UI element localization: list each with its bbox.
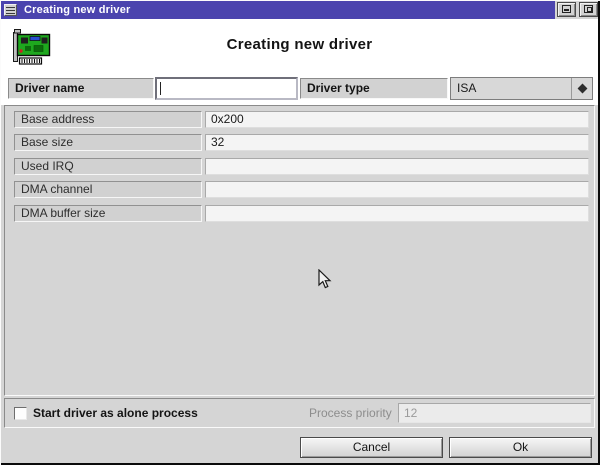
combo-arrow-icon: [577, 83, 588, 94]
combo-dropdown-button[interactable]: [571, 78, 592, 99]
property-value-dma-buffer-size[interactable]: [205, 205, 589, 222]
process-priority-label: Process priority: [309, 406, 392, 420]
driver-type-label: Driver type: [300, 78, 448, 99]
property-label-dma-channel: DMA channel: [14, 181, 202, 198]
text-caret: [160, 82, 161, 95]
property-value-base-size[interactable]: 32: [205, 134, 589, 151]
maximize-button[interactable]: [579, 2, 598, 17]
driver-name-label: Driver name: [8, 78, 154, 99]
dialog-window: Creating new driver Creating new driver …: [0, 0, 600, 465]
property-value-dma-channel[interactable]: [205, 181, 589, 198]
property-label-base-address: Base address: [14, 111, 202, 128]
options-panel: Start driver as alone process Process pr…: [4, 398, 595, 428]
titlebar[interactable]: Creating new driver: [1, 1, 555, 19]
cancel-button[interactable]: Cancel: [300, 437, 443, 458]
property-value-base-address[interactable]: 0x200: [205, 111, 589, 128]
driver-name-input[interactable]: [155, 77, 298, 100]
process-priority-input[interactable]: 12: [398, 403, 591, 423]
minimize-icon: [562, 5, 571, 13]
window-title: Creating new driver: [24, 4, 131, 16]
window-menu-button[interactable]: [4, 4, 17, 16]
property-label-used-irq: Used IRQ: [14, 158, 202, 175]
ok-button[interactable]: Ok: [449, 437, 592, 458]
window-menu-icon: [6, 7, 15, 14]
alone-process-label: Start driver as alone process: [33, 406, 198, 420]
dialog-header: Creating new driver Driver name Driver t…: [1, 19, 598, 105]
minimize-button[interactable]: [557, 2, 576, 17]
alone-process-checkbox[interactable]: [14, 407, 27, 420]
mouse-cursor: [318, 269, 332, 289]
driver-type-value: ISA: [457, 81, 477, 95]
driver-type-combobox[interactable]: ISA: [450, 77, 593, 100]
maximize-icon: [584, 5, 593, 13]
property-label-dma-buffer-size: DMA buffer size: [14, 205, 202, 222]
property-label-base-size: Base size: [14, 134, 202, 151]
property-value-used-irq[interactable]: [205, 158, 589, 175]
dialog-heading: Creating new driver: [226, 36, 373, 53]
driver-properties-panel: Base address 0x200 Base size 32 Used IRQ…: [4, 105, 595, 396]
